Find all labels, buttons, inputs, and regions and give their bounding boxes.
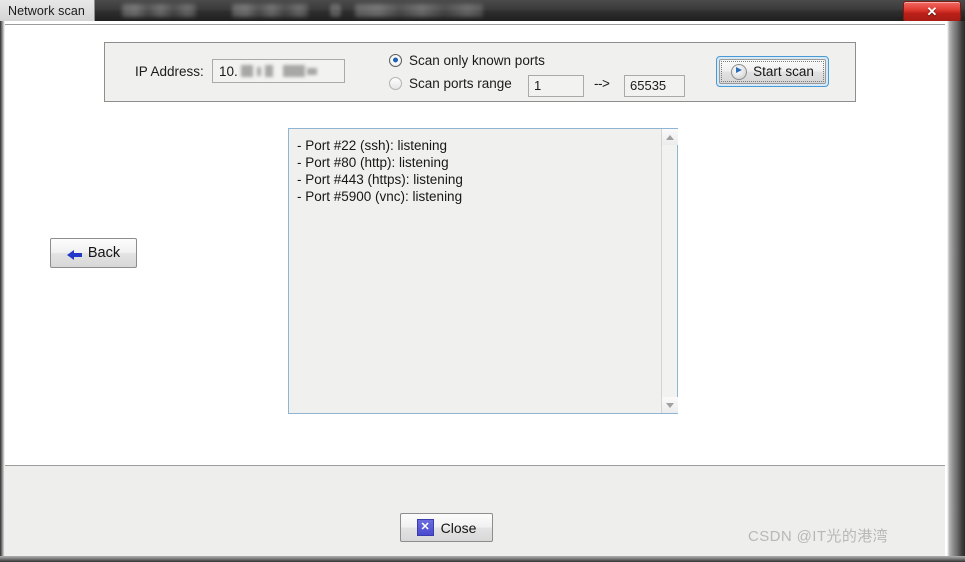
- play-circle-icon: [731, 63, 748, 80]
- close-x-icon: ✕: [926, 4, 938, 19]
- start-scan-button[interactable]: Start scan: [719, 59, 826, 84]
- tab-redacted-3[interactable]: [355, 4, 483, 17]
- port-range-arrow: -->: [594, 76, 610, 91]
- tab-network-scan[interactable]: Network scan: [0, 0, 95, 21]
- tab-network-scan-label: Network scan: [8, 3, 85, 18]
- scrollbar-up-button[interactable]: [662, 129, 678, 145]
- port-range-to-input[interactable]: 65535: [624, 75, 685, 97]
- ip-address-value: 10.: [219, 63, 238, 79]
- dialog-footer: ✕ Close Network and port scan tools can …: [5, 466, 945, 557]
- client-area: IP Address: 10. Scan only known ports Sc…: [0, 21, 965, 562]
- port-range-from-input[interactable]: 1: [528, 75, 584, 97]
- network-scan-window: Network scan ✕ IP Address: 10. Scan only…: [0, 0, 965, 562]
- close-button[interactable]: ✕ Close: [400, 513, 493, 542]
- list-item: - Port #5900 (vnc): listening: [297, 189, 463, 204]
- radio-known-ports-indicator: [389, 54, 402, 67]
- ip-address-label: IP Address:: [135, 64, 204, 79]
- window-frame-bottom: [0, 556, 965, 562]
- list-item: - Port #22 (ssh): listening: [297, 138, 448, 153]
- dialog-body: IP Address: 10. Scan only known ports Sc…: [4, 24, 945, 558]
- radio-scan-known-ports[interactable]: Scan only known ports: [389, 53, 545, 68]
- ip-address-redacted: [239, 64, 323, 78]
- list-item: - Port #443 (https): listening: [297, 172, 463, 187]
- scan-options-panel: IP Address: 10. Scan only known ports Sc…: [104, 42, 856, 102]
- back-button-label: Back: [87, 245, 121, 261]
- tab-redacted-icon: [330, 4, 341, 17]
- results-scrollbar[interactable]: [661, 129, 678, 413]
- start-scan-label: Start scan: [753, 64, 814, 79]
- chevron-up-icon: [666, 134, 674, 140]
- arrow-left-icon: [66, 248, 83, 260]
- title-bar: Network scan ✕: [0, 0, 965, 21]
- scrollbar-down-button[interactable]: [662, 397, 678, 413]
- radio-scan-ports-range[interactable]: Scan ports range: [389, 76, 512, 91]
- scan-results-list[interactable]: - Port #22 (ssh): listening - Port #80 (…: [289, 129, 660, 413]
- scan-results-box: - Port #22 (ssh): listening - Port #80 (…: [288, 128, 678, 414]
- radio-ports-range-label: Scan ports range: [409, 76, 512, 91]
- chevron-down-icon: [666, 402, 674, 408]
- list-item: - Port #80 (http): listening: [297, 155, 449, 170]
- tab-redacted-1[interactable]: [122, 4, 196, 17]
- start-scan-focus-ring: Start scan: [716, 56, 829, 87]
- radio-ports-range-indicator: [389, 77, 402, 90]
- close-button-label: Close: [440, 519, 477, 536]
- radio-known-ports-label: Scan only known ports: [409, 53, 545, 68]
- close-square-icon: ✕: [416, 519, 434, 536]
- window-frame-right: [945, 21, 965, 562]
- tab-redacted-2[interactable]: [232, 4, 308, 17]
- window-frame-left: [0, 21, 5, 562]
- ip-address-input[interactable]: 10.: [212, 59, 345, 83]
- back-button[interactable]: Back: [50, 238, 137, 268]
- window-close-button[interactable]: ✕: [903, 1, 961, 21]
